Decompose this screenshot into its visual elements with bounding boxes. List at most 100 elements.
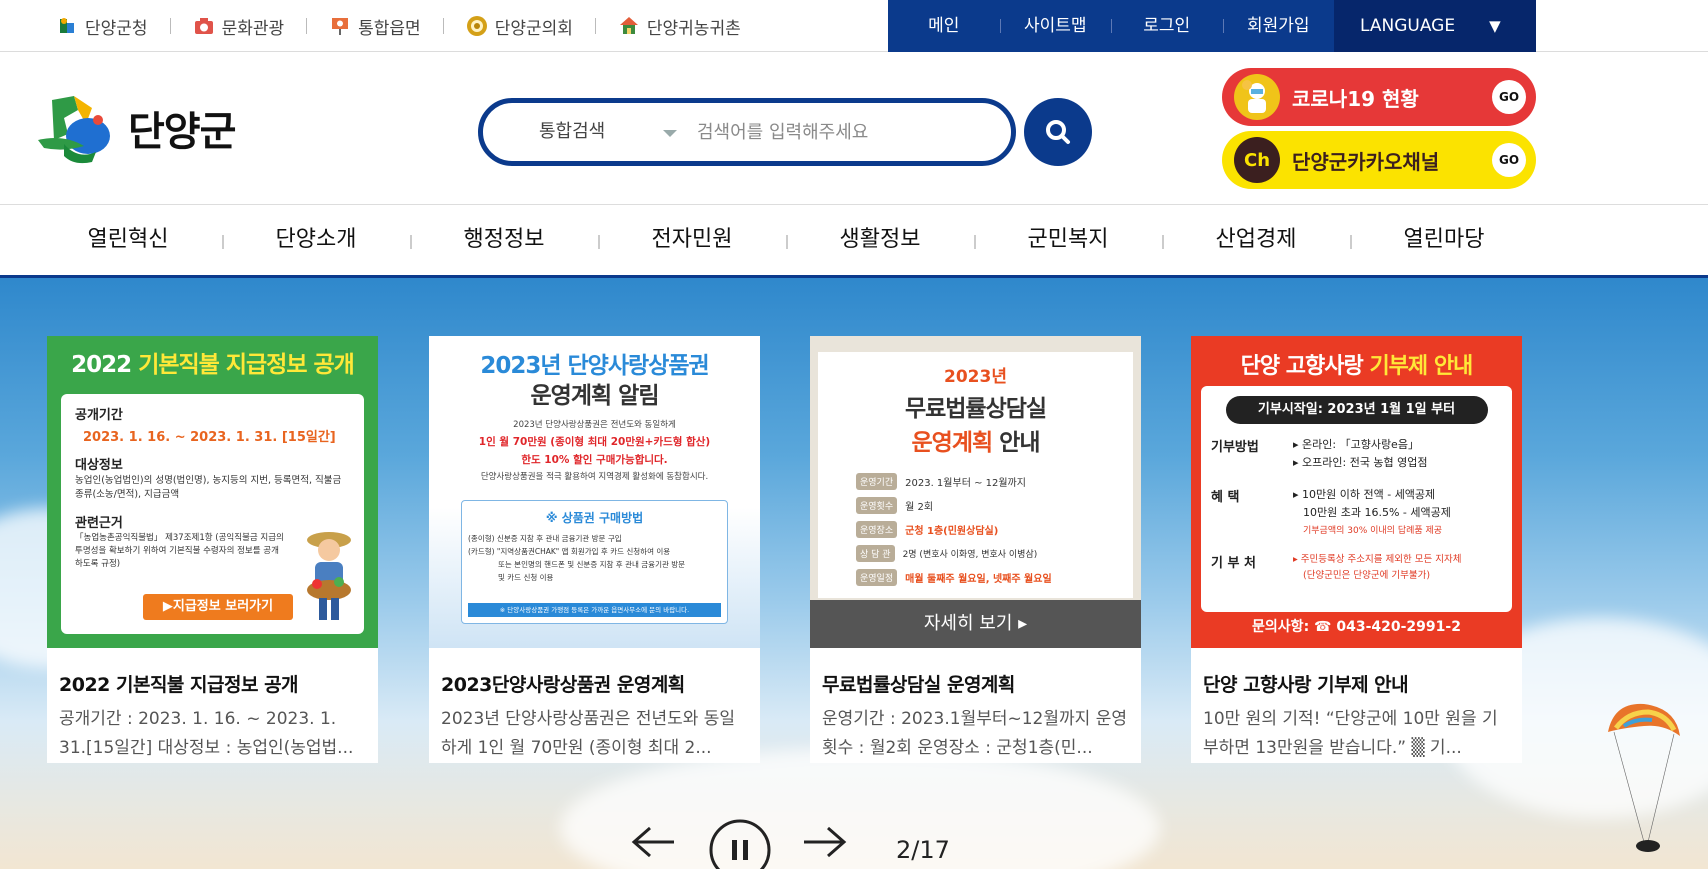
news-card[interactable]: 2022 기본직불 지급정보 공개 공개기간 2023. 1. 16. ~ 20… bbox=[47, 336, 378, 763]
poster-section-body: 2023. 1. 16. ~ 2023. 1. 31. [15일간] bbox=[83, 430, 336, 445]
poster-more: 자세히 보기 ▸ bbox=[810, 600, 1141, 648]
card-body: 무료법률상담실 운영계획 운영기간 : 2023.1월부터~12월까지 운영횟수… bbox=[810, 648, 1141, 763]
language-selector[interactable]: LANGUAGE ▼ bbox=[1334, 0, 1536, 52]
nav-admin-info[interactable]: 행정정보 bbox=[410, 205, 598, 275]
util-main-link[interactable]: 메인 bbox=[888, 0, 1000, 52]
arrow-left-icon[interactable] bbox=[630, 822, 676, 862]
poster-heading: 운영계획 안내 bbox=[818, 423, 1133, 457]
poster-heading: 2022 기본직불 지급정보 공개 bbox=[47, 336, 378, 394]
poster-value: ▸ 10만원 이하 전액 - 세액공제 10만원 초과 16.5% - 세액공제 기… bbox=[1293, 486, 1451, 540]
poster-footer: ※ 단양사랑상품권 가맹점 등록은 가까운 읍면사무소에 문의 바랍니다. bbox=[468, 603, 721, 617]
poster-text: 한도 10% 할인 구매가능합니다. bbox=[521, 454, 668, 466]
go-badge: GO bbox=[1492, 143, 1526, 177]
poster-line: ▸ 온라인: 「고향사랑e음」 bbox=[1293, 438, 1419, 451]
poster-line: ▸ 주민등록상 주소지를 제외한 모든 지자체 bbox=[1293, 554, 1462, 565]
poster-value: ▸ 주민등록상 주소지를 제외한 모든 지자체 (단양군민은 단양군에 기부불가) bbox=[1293, 552, 1461, 584]
poster-start-date: 기부시작일: 2023년 1월 1일 부터 bbox=[1225, 396, 1488, 424]
paraglider-illustration-icon bbox=[1608, 703, 1680, 852]
family-link-council[interactable]: 단양군의회 bbox=[466, 0, 573, 52]
language-label: LANGUAGE bbox=[1360, 16, 1456, 36]
poster-row-value: 군청 1층(민원상담실) bbox=[905, 525, 999, 537]
card-title: 단양 고향사랑 기부제 안내 bbox=[1203, 674, 1409, 696]
util-signup-link[interactable]: 회원가입 bbox=[1222, 0, 1335, 52]
chevron-down-icon: ▼ bbox=[1489, 17, 1501, 35]
poster-heading: 무료법률상담실 bbox=[904, 396, 1047, 422]
family-site-links: 단양군청 문화관광 통합읍면 단양군의회 단양귀농귀촌 bbox=[56, 0, 741, 52]
main-visual-slider: 2022 기본직불 지급정보 공개 공개기간 2023. 1. 16. ~ 20… bbox=[0, 278, 1708, 869]
family-link-label: 단양군청 bbox=[85, 18, 148, 39]
card-image: 단양 고향사랑 기부제 안내 기부시작일: 2023년 1월 1일 부터 기부방… bbox=[1191, 336, 1522, 648]
pause-icon bbox=[709, 819, 771, 869]
divider bbox=[442, 18, 444, 34]
camera-icon bbox=[193, 15, 215, 37]
family-link-towns[interactable]: 통합읍면 bbox=[329, 0, 421, 52]
card-title: 2023단양사랑상품권 운영계획 bbox=[441, 674, 685, 696]
family-link-culture-tourism[interactable]: 문화관광 bbox=[193, 0, 284, 52]
nav-open-forum[interactable]: 열린마당 bbox=[1350, 205, 1538, 275]
poster-box-line: (카드형) "지역상품권CHAK" 앱 회원가입 후 카드 신청하여 이용 bbox=[468, 547, 671, 556]
poster-heading-part: 단양 고향사랑 bbox=[1240, 354, 1370, 379]
poster-box-text: (종이형) 신분증 지참 후 관내 금융기관 방문 구입 (카드형) "지역상품… bbox=[468, 532, 721, 584]
arrow-right-icon bbox=[804, 826, 847, 858]
poster-heading: 운영계획 알림 bbox=[530, 383, 660, 409]
poster-row-key: 운영일정 bbox=[856, 568, 898, 586]
site-logo[interactable]: 단양군 bbox=[34, 90, 236, 166]
poster-contact: 문의사항: ☎ 043-420-2991-2 bbox=[1252, 619, 1461, 635]
nav-open-innovation[interactable]: 열린혁신 bbox=[34, 205, 222, 275]
util-sitemap-link[interactable]: 사이트맵 bbox=[999, 0, 1112, 52]
divider bbox=[594, 18, 596, 34]
caret-down-icon bbox=[663, 130, 677, 137]
poster-row-value: 월 2회 bbox=[905, 501, 934, 513]
news-card[interactable]: 단양 고향사랑 기부제 안내 기부시작일: 2023년 1월 1일 부터 기부방… bbox=[1191, 336, 1522, 763]
family-link-return-farming[interactable]: 단양귀농귀촌 bbox=[618, 0, 741, 52]
nav-about-danyang[interactable]: 단양소개 bbox=[222, 205, 410, 275]
poster-row-key: 운영장소 bbox=[856, 520, 898, 538]
nav-living-info[interactable]: 생활정보 bbox=[786, 205, 974, 275]
main-navigation: 열린혁신 단양소개 행정정보 전자민원 생활정보 군민복지 산업경제 열린마당 bbox=[0, 204, 1708, 278]
poster-heading: 2023년 단양사랑상품권 bbox=[480, 353, 709, 379]
search-category-select[interactable]: 통합검색 bbox=[539, 103, 605, 161]
poster-row-key: 운영횟수 bbox=[856, 496, 898, 514]
util-login-link[interactable]: 로그인 bbox=[1111, 0, 1223, 52]
poster-line: 10만원 초과 16.5% - 세액공제 bbox=[1303, 506, 1451, 519]
family-link-county-office[interactable]: 단양군청 bbox=[56, 0, 148, 52]
search-input[interactable] bbox=[697, 113, 987, 151]
news-card[interactable]: 2023년 무료법률상담실 운영계획 안내 운영기간 2023. 1월부터 ~ 1… bbox=[810, 336, 1141, 763]
location-pin-icon bbox=[329, 15, 351, 37]
pause-button[interactable] bbox=[708, 818, 772, 869]
next-button[interactable] bbox=[802, 822, 848, 862]
farmer-illustration-icon bbox=[307, 532, 351, 620]
poster-box-line: (종이형) 신분증 지참 후 관내 금융기관 방문 구입 bbox=[468, 534, 622, 543]
family-link-label: 통합읍면 bbox=[358, 18, 421, 39]
poster-box-title: ※ 상품권 구매방법 bbox=[545, 511, 644, 525]
poster-text: 2023년 단양사랑상품권은 전년도와 동일하게 bbox=[513, 420, 676, 430]
poster-board: 2023년 무료법률상담실 운영계획 안내 운영기간 2023. 1월부터 ~ 1… bbox=[818, 352, 1133, 598]
nav-industry-economy[interactable]: 산업경제 bbox=[1162, 205, 1350, 275]
poster-section-body: 농업인(농업법인)의 성명(법인명), 농지등의 지번, 등록면적, 직불금 종… bbox=[75, 475, 342, 500]
card-body: 2022 기본직불 지급정보 공개 공개기간 : 2023. 1. 16. ~ … bbox=[47, 648, 378, 763]
poster-body: 기부시작일: 2023년 1월 1일 부터 기부방법 ▸ 온라인: 「고향사랑e… bbox=[1201, 386, 1512, 612]
farm-house-icon bbox=[618, 15, 640, 37]
search-box: 통합검색 bbox=[478, 98, 1016, 166]
poster-line: ▸ 10만원 이하 전액 - 세액공제 bbox=[1293, 488, 1436, 501]
kakao-channel-banner[interactable]: Ch 단양군카카오채널 GO bbox=[1222, 131, 1536, 189]
poster-section-label: 관련근거 bbox=[75, 516, 123, 531]
search-icon bbox=[1046, 120, 1070, 144]
go-badge: GO bbox=[1492, 80, 1526, 114]
danyang-logo-icon bbox=[38, 96, 110, 164]
poster-row-value: 매월 둘째주 월요일, 넷째주 월요일 bbox=[905, 573, 1052, 585]
nav-e-civil-service[interactable]: 전자민원 bbox=[598, 205, 786, 275]
family-link-label: 단양군의회 bbox=[494, 18, 573, 39]
card-image: 2022 기본직불 지급정보 공개 공개기간 2023. 1. 16. ~ 20… bbox=[47, 336, 378, 648]
nav-welfare[interactable]: 군민복지 bbox=[974, 205, 1162, 275]
slider-controls bbox=[630, 822, 676, 862]
card-title: 무료법률상담실 운영계획 bbox=[822, 674, 1015, 696]
news-card[interactable]: 2023년 단양사랑상품권 운영계획 알림 2023년 단양사랑상품권은 전년도… bbox=[429, 336, 760, 763]
poster-row-key: 상 담 관 bbox=[856, 544, 895, 562]
council-emblem-icon bbox=[466, 15, 488, 37]
covid-status-banner[interactable]: 코로나19 현황 GO bbox=[1222, 68, 1536, 126]
divider bbox=[169, 18, 171, 34]
search-button[interactable] bbox=[1024, 98, 1092, 166]
poster-heading: 단양 고향사랑 기부제 안내 bbox=[1191, 348, 1522, 380]
card-description: 10만 원의 기적! “단양군에 10만 원을 기부하면 13만원을 받습니다.… bbox=[1203, 709, 1498, 758]
